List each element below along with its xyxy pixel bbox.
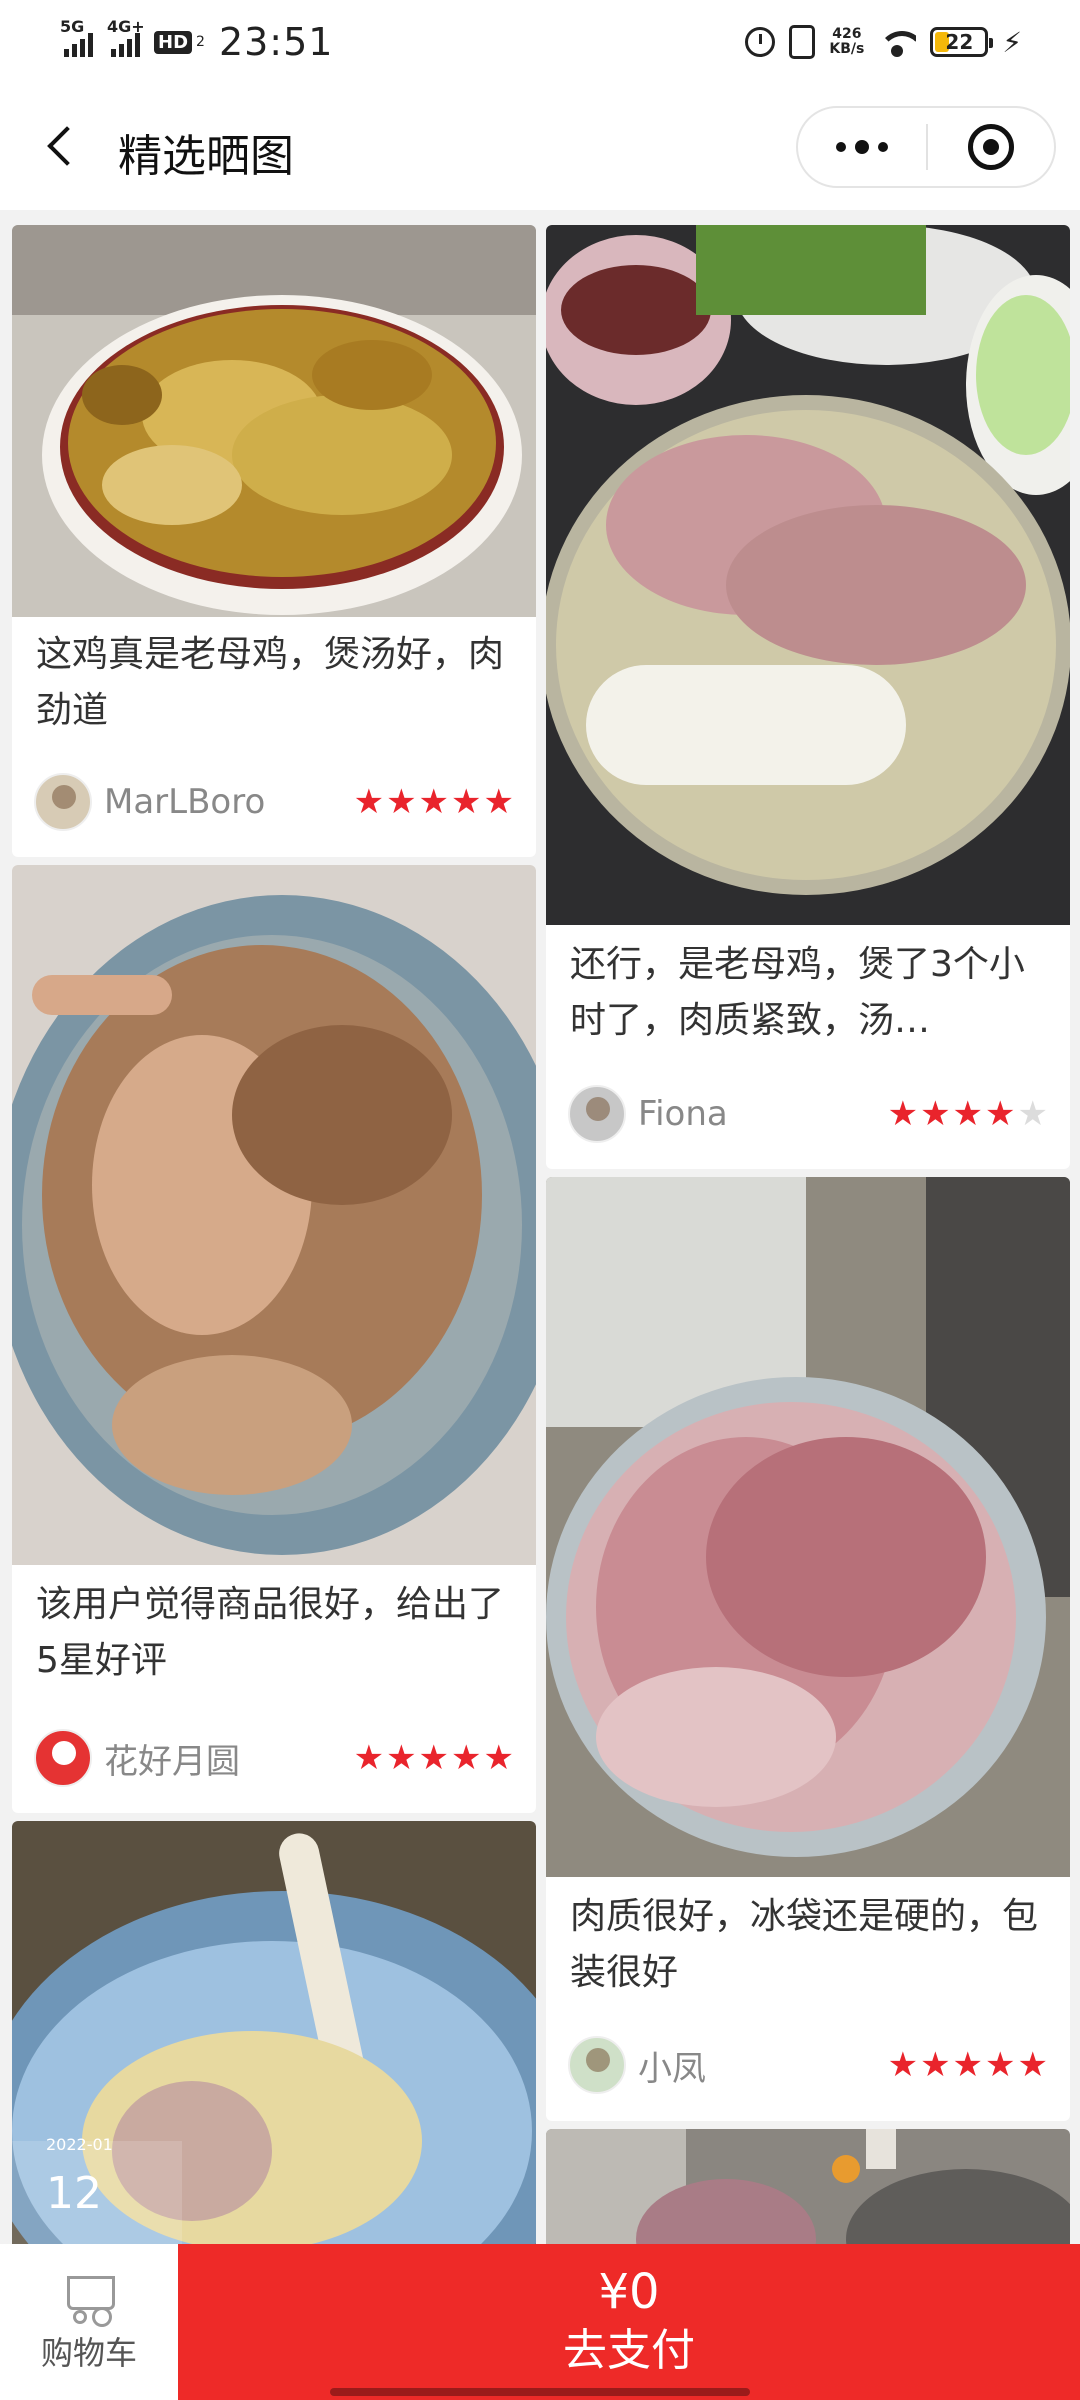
signal-icon-sim1: 5G <box>60 17 93 57</box>
star-icon: ★ <box>985 2045 1016 2085</box>
close-miniprogram-button[interactable] <box>928 108 1054 186</box>
reviewer: MarLBoro <box>34 772 265 832</box>
more-menu-button[interactable] <box>798 108 926 186</box>
nav-bar: 精选晒图 <box>0 84 1080 210</box>
clock: 23:51 <box>218 20 334 64</box>
photo-day: 12 <box>46 2168 102 2219</box>
net-speed-value: 426 <box>832 26 862 42</box>
cart-button[interactable]: 购物车 <box>0 2244 178 2400</box>
status-bar: 5G 4G+ HD 2 23:51 426 KB/s 22 ⚡ <box>0 0 1080 84</box>
star-icon: ★ <box>920 2045 951 2085</box>
star-icon: ★ <box>353 782 385 822</box>
miniprogram-capsule <box>796 106 1056 188</box>
review-text: 该用户觉得商品很好，给出了5星好评 <box>36 1584 505 1681</box>
review-photo[interactable] <box>12 225 536 617</box>
page-title: 精选晒图 <box>118 131 294 182</box>
status-right: 426 KB/s 22 ⚡ <box>745 18 1022 66</box>
star-icon: ★ <box>985 1094 1016 1134</box>
sim1-label: 5G <box>60 17 85 36</box>
rating-stars: ★ ★ ★ ★ ★ <box>354 1728 514 1788</box>
avatar <box>34 773 92 831</box>
vibrate-icon <box>789 25 816 59</box>
checkout-button[interactable]: ¥0 去支付 <box>178 2244 1080 2400</box>
star-empty-icon: ★ <box>1017 1094 1048 1134</box>
avatar <box>568 1085 626 1143</box>
hd-badge: HD <box>154 30 193 54</box>
battery-icon: 22 <box>930 27 994 57</box>
review-text-content: 还行，是老母鸡，煲了3个小时了，肉质紧致，汤… <box>570 944 1025 1041</box>
sim2-label: 4G+ <box>107 17 145 36</box>
review-photo[interactable] <box>546 225 1070 925</box>
charging-icon: ⚡ <box>1002 25 1022 59</box>
total-price: ¥0 <box>598 2264 660 2320</box>
review-photo[interactable] <box>546 1177 1070 1877</box>
star-icon: ★ <box>952 2045 984 2085</box>
review-card[interactable]: 该用户觉得商品很好，给出了5星好评 花好月圆 ★ ★ ★ ★ ★ <box>12 865 536 1813</box>
wifi-icon <box>878 27 917 57</box>
star-icon: ★ <box>483 782 514 822</box>
review-photo[interactable] <box>12 865 536 1565</box>
battery-level: 22 <box>945 30 974 54</box>
cart-label: 购物车 <box>40 2334 137 2372</box>
star-icon: ★ <box>353 1738 385 1778</box>
star-icon: ★ <box>887 2045 919 2085</box>
review-text: 肉质很好，冰袋还是硬的，包装很好 <box>570 1896 1039 1993</box>
reviewer: Fiona <box>568 1084 728 1144</box>
star-icon: ★ <box>920 1094 951 1134</box>
rating-stars: ★ ★ ★ ★ ★ <box>888 1084 1048 1144</box>
review-card[interactable]: 还行，是老母鸡，煲了3个小时了，肉质紧致，汤… Fiona ★ ★ ★ ★ ★ <box>546 225 1070 1169</box>
star-icon: ★ <box>887 1094 919 1134</box>
rating-stars: ★ ★ ★ ★ ★ <box>354 772 514 832</box>
star-icon: ★ <box>386 1738 417 1778</box>
net-speed-unit: KB/s <box>829 41 865 57</box>
review-grid[interactable]: 这鸡真是老母鸡，煲汤好，肉劲道 MarLBoro ★ ★ ★ ★ ★ 还行，是老… <box>0 210 1080 2244</box>
avatar <box>34 1729 92 1787</box>
review-text: 还行，是老母鸡，煲了3个小时了，肉质紧致，汤… <box>570 937 1046 1049</box>
reviewer-name: 小凤 <box>638 2048 706 2089</box>
network-speed: 426 KB/s <box>829 27 864 57</box>
status-left: 5G 4G+ HD 2 23:51 <box>60 17 334 66</box>
reviewer-name: 花好月圆 <box>104 1741 240 1782</box>
reviewer: 小凤 <box>568 2035 706 2095</box>
home-indicator[interactable] <box>330 2388 750 2396</box>
star-icon: ★ <box>451 782 482 822</box>
review-card[interactable]: 这鸡真是老母鸡，煲汤好，肉劲道 MarLBoro ★ ★ ★ ★ ★ <box>12 225 536 857</box>
rating-stars: ★ ★ ★ ★ ★ <box>888 2035 1048 2095</box>
star-icon: ★ <box>451 1738 482 1778</box>
signal-icon-sim2: 4G+ <box>107 17 145 57</box>
checkout-label: 去支付 <box>563 2325 695 2376</box>
target-icon <box>967 124 1014 170</box>
star-icon: ★ <box>1017 2045 1048 2085</box>
star-icon: ★ <box>418 1738 450 1778</box>
star-icon: ★ <box>952 1094 984 1134</box>
star-icon: ★ <box>483 1738 514 1778</box>
review-card[interactable]: 2022-01 12 <box>12 1821 536 2244</box>
cart-icon <box>59 2270 119 2324</box>
reviewer-name: MarLBoro <box>104 782 266 822</box>
reviewer: 花好月圆 <box>34 1728 240 1788</box>
back-button[interactable] <box>38 122 86 170</box>
hd-sub: 2 <box>196 34 205 50</box>
star-icon: ★ <box>418 782 450 822</box>
review-card[interactable]: 肉质很好，冰袋还是硬的，包装很好 小凤 ★ ★ ★ ★ ★ <box>546 1177 1070 2121</box>
reviewer-name: Fiona <box>638 1094 728 1134</box>
review-card[interactable] <box>546 2129 1070 2244</box>
bottom-bar: 购物车 ¥0 去支付 <box>0 2244 1080 2400</box>
avatar <box>568 2036 626 2094</box>
review-photo[interactable] <box>546 2129 1070 2244</box>
star-icon: ★ <box>386 782 417 822</box>
alarm-icon <box>745 27 776 57</box>
review-text: 这鸡真是老母鸡，煲汤好，肉劲道 <box>36 634 505 731</box>
photo-date: 2022-01 <box>46 2135 113 2154</box>
photo-date-overlay: 2022-01 12 <box>46 2135 113 2219</box>
